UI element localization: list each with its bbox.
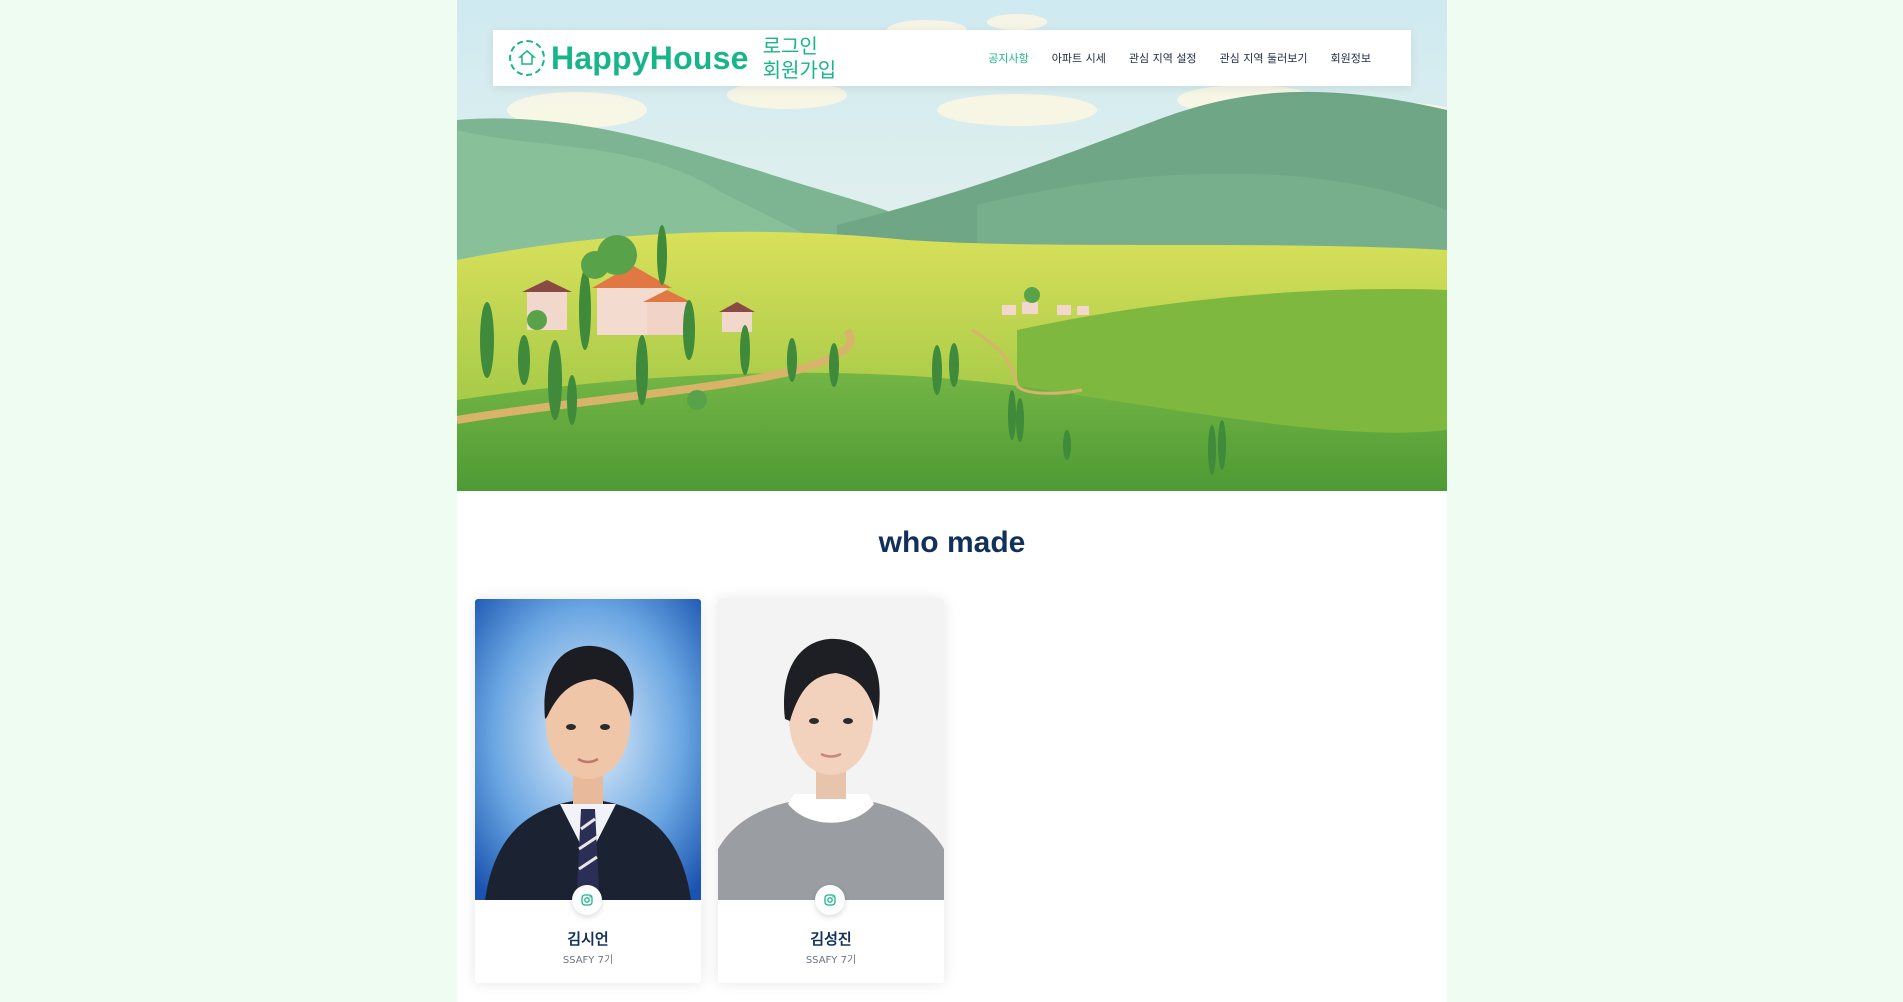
member-role: SSAFY 7기 (562, 955, 614, 966)
signup-link[interactable]: 회원가입 (763, 58, 837, 82)
brand-logo[interactable]: HappyHouse (509, 40, 749, 77)
nav-item-apartment-price[interactable]: 아파트 시세 (1052, 50, 1106, 66)
member-photo (718, 599, 944, 900)
member-role: SSAFY 7기 (805, 955, 857, 966)
brand-name: HappyHouse (551, 39, 749, 76)
nav-item-interest-browse[interactable]: 관심 지역 둘러보기 (1220, 50, 1308, 66)
team-member-card: 김시언 SSAFY 7기 (475, 599, 701, 983)
instagram-button[interactable] (815, 885, 845, 915)
nav-item-notice[interactable]: 공지사항 (988, 50, 1028, 66)
hero-banner: HappyHouse 로그인 회원가입 공지사항 아파트 시세 관심 지역 설정… (457, 0, 1447, 491)
page-container: HappyHouse 로그인 회원가입 공지사항 아파트 시세 관심 지역 설정… (457, 0, 1447, 1002)
team-member-card: 김성진 SSAFY 7기 (718, 599, 944, 983)
member-name: 김시언 (567, 930, 609, 948)
main-menu: 공지사항 아파트 시세 관심 지역 설정 관심 지역 둘러보기 회원정보 (965, 50, 1371, 66)
instagram-icon (824, 891, 836, 910)
nav-item-member-info[interactable]: 회원정보 (1331, 50, 1371, 66)
member-name: 김성진 (810, 930, 852, 948)
instagram-button[interactable] (572, 885, 602, 915)
login-link[interactable]: 로그인 (763, 34, 837, 58)
top-navbar: HappyHouse 로그인 회원가입 공지사항 아파트 시세 관심 지역 설정… (493, 30, 1411, 86)
house-logo-icon (509, 40, 545, 76)
section-title: who made (878, 526, 1026, 559)
member-photo (475, 599, 701, 900)
instagram-icon (581, 891, 593, 910)
auth-links: 로그인 회원가입 (763, 34, 837, 82)
nav-item-interest-setting[interactable]: 관심 지역 설정 (1129, 50, 1197, 66)
